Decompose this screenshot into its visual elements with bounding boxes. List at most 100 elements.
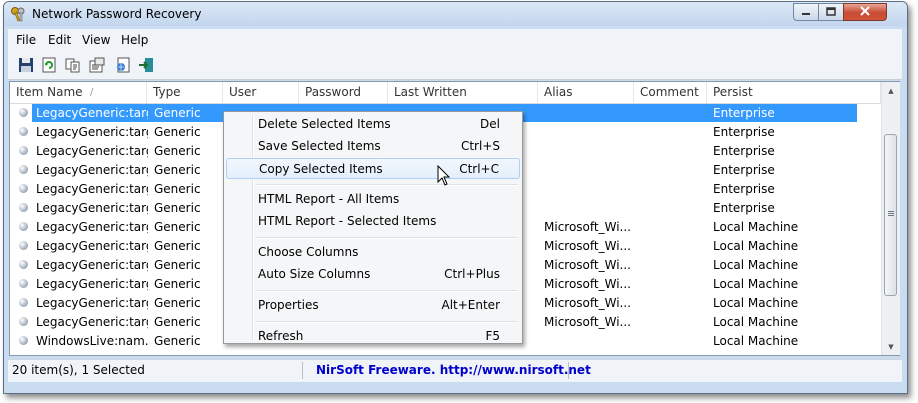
column-header-user[interactable]: User: [223, 82, 299, 103]
cell-type: Generic: [154, 315, 201, 329]
toolbar: [8, 51, 902, 80]
column-header-comment[interactable]: Comment: [634, 82, 707, 103]
cell-alias: [544, 181, 634, 199]
cell-item-name: LegacyGeneric:targ...: [36, 201, 148, 215]
menu-item-save-selected-items[interactable]: Save Selected Items Ctrl+S: [226, 136, 520, 157]
column-header-item-name[interactable]: Item Name /: [10, 82, 147, 103]
menu-item-auto-size-columns[interactable]: Auto Size Columns Ctrl+Plus: [226, 264, 520, 285]
menu-item-label: Delete Selected Items: [258, 117, 391, 131]
cell-persist: Local Machine: [713, 258, 799, 272]
column-header-alias[interactable]: Alias: [538, 82, 634, 103]
scroll-thumb[interactable]: [884, 134, 897, 296]
column-header-last-written[interactable]: Last Written: [388, 82, 538, 103]
cell-alias: Microsoft_Wi...: [544, 315, 631, 329]
menu-help[interactable]: Help: [121, 33, 148, 47]
column-header-persist[interactable]: Persist: [707, 82, 881, 103]
cell-persist: Enterprise: [713, 125, 775, 139]
menu-separator: [256, 290, 518, 292]
menu-item-properties[interactable]: Properties Alt+Enter: [226, 295, 520, 316]
cell-alias: [544, 333, 634, 351]
cell-persist: Local Machine: [713, 315, 799, 329]
cell-persist: Local Machine: [713, 296, 799, 310]
copy-icon[interactable]: [63, 55, 83, 75]
menu-view[interactable]: View: [82, 33, 110, 47]
cell-item-name: LegacyGeneric:targ...: [36, 239, 148, 253]
cell-item-name: LegacyGeneric:targ...: [36, 220, 148, 234]
menu-item-refresh[interactable]: Refresh F5: [226, 326, 520, 347]
credential-icon: [19, 203, 28, 212]
cell-type: Generic: [154, 239, 201, 253]
column-header-password[interactable]: Password: [299, 82, 388, 103]
menu-item-shortcut: Alt+Enter: [441, 298, 500, 312]
menu-separator: [256, 237, 518, 239]
minimize-button[interactable]: [793, 3, 819, 21]
cell-type: Generic: [154, 334, 201, 348]
menu-item-shortcut: Ctrl+Plus: [444, 267, 500, 281]
menu-separator: [256, 184, 518, 186]
cell-alias: Microsoft_Wi...: [544, 220, 631, 234]
cell-persist: Enterprise: [713, 201, 775, 215]
maximize-button[interactable]: [818, 3, 844, 21]
menu-item-html-report-all-items[interactable]: HTML Report - All Items: [226, 189, 520, 210]
credential-icon: [19, 108, 28, 117]
cell-item-name: WindowsLive:nam...: [36, 334, 148, 348]
cell-item-name: LegacyGeneric:targ...: [36, 296, 148, 310]
cell-alias: Microsoft_Wi...: [544, 277, 631, 291]
column-header-type[interactable]: Type: [147, 82, 223, 103]
context-menu: Delete Selected Items Del Save Selected It…: [223, 111, 523, 344]
menu-item-choose-columns[interactable]: Choose Columns: [226, 242, 520, 263]
menu-item-shortcut: Ctrl+S: [460, 139, 500, 153]
cell-item-name: LegacyGeneric:targ...: [36, 125, 148, 139]
properties-icon[interactable]: [87, 55, 107, 75]
menu-item-shortcut: F5: [485, 329, 500, 343]
window-title: Network Password Recovery: [32, 7, 202, 21]
menu-item-label: Properties: [258, 298, 319, 312]
menu-item-html-report-selected-items[interactable]: HTML Report - Selected Items: [226, 211, 520, 232]
cell-persist: Local Machine: [713, 277, 799, 291]
scroll-up-icon[interactable]: ▲: [882, 82, 900, 99]
vertical-scrollbar[interactable]: ▲ ▼: [881, 82, 900, 355]
html-report-icon[interactable]: [113, 55, 133, 75]
cell-type: Generic: [154, 182, 201, 196]
mouse-cursor-icon: [437, 165, 451, 186]
credential-icon: [19, 298, 28, 307]
credential-icon: [19, 222, 28, 231]
cell-alias: Microsoft_Wi...: [544, 239, 631, 253]
menu-edit[interactable]: Edit: [48, 33, 71, 47]
menu-item-label: HTML Report - All Items: [258, 192, 400, 206]
title-bar[interactable]: Network Password Recovery: [4, 2, 907, 26]
cell-alias: [544, 124, 634, 142]
credential-icon: [19, 260, 28, 269]
cell-type: Generic: [154, 220, 201, 234]
refresh-icon[interactable]: [39, 55, 59, 75]
exit-icon[interactable]: [136, 55, 156, 75]
save-icon[interactable]: [16, 55, 36, 75]
cell-persist: Enterprise: [713, 182, 775, 196]
cell-item-name: LegacyGeneric:targ...: [36, 315, 148, 329]
minimize-icon: [801, 5, 811, 19]
cell-alias: [544, 200, 634, 218]
cell-type: Generic: [154, 125, 201, 139]
menu-item-label: Refresh: [258, 329, 304, 343]
menu-item-shortcut: Ctrl+C: [459, 162, 499, 176]
close-button[interactable]: [843, 3, 887, 21]
credential-icon: [19, 165, 28, 174]
cell-persist: Enterprise: [713, 106, 775, 120]
cell-item-name: LegacyGeneric:targ...: [36, 277, 148, 291]
cell-alias: Microsoft_Wi...: [544, 296, 631, 310]
credential-icon: [19, 127, 28, 136]
cell-type: Generic: [154, 201, 201, 215]
menu-file[interactable]: File: [16, 33, 36, 47]
cell-alias: [544, 105, 634, 123]
cell-persist: Local Machine: [713, 239, 799, 253]
scroll-down-icon[interactable]: ▼: [882, 338, 900, 355]
status-item-count: 20 item(s), 1 Selected: [10, 362, 303, 379]
menu-item-copy-selected-items[interactable]: Copy Selected Items Ctrl+C: [226, 158, 520, 179]
sort-icon: /: [90, 87, 94, 98]
nirsoft-link[interactable]: NirSoft Freeware. http://www.nirsoft.net: [316, 363, 591, 377]
menu-item-label: Save Selected Items: [258, 139, 381, 153]
maximize-icon: [826, 5, 836, 19]
cell-type: Generic: [154, 258, 201, 272]
menu-item-delete-selected-items[interactable]: Delete Selected Items Del: [226, 114, 520, 135]
cell-type: Generic: [154, 106, 201, 120]
